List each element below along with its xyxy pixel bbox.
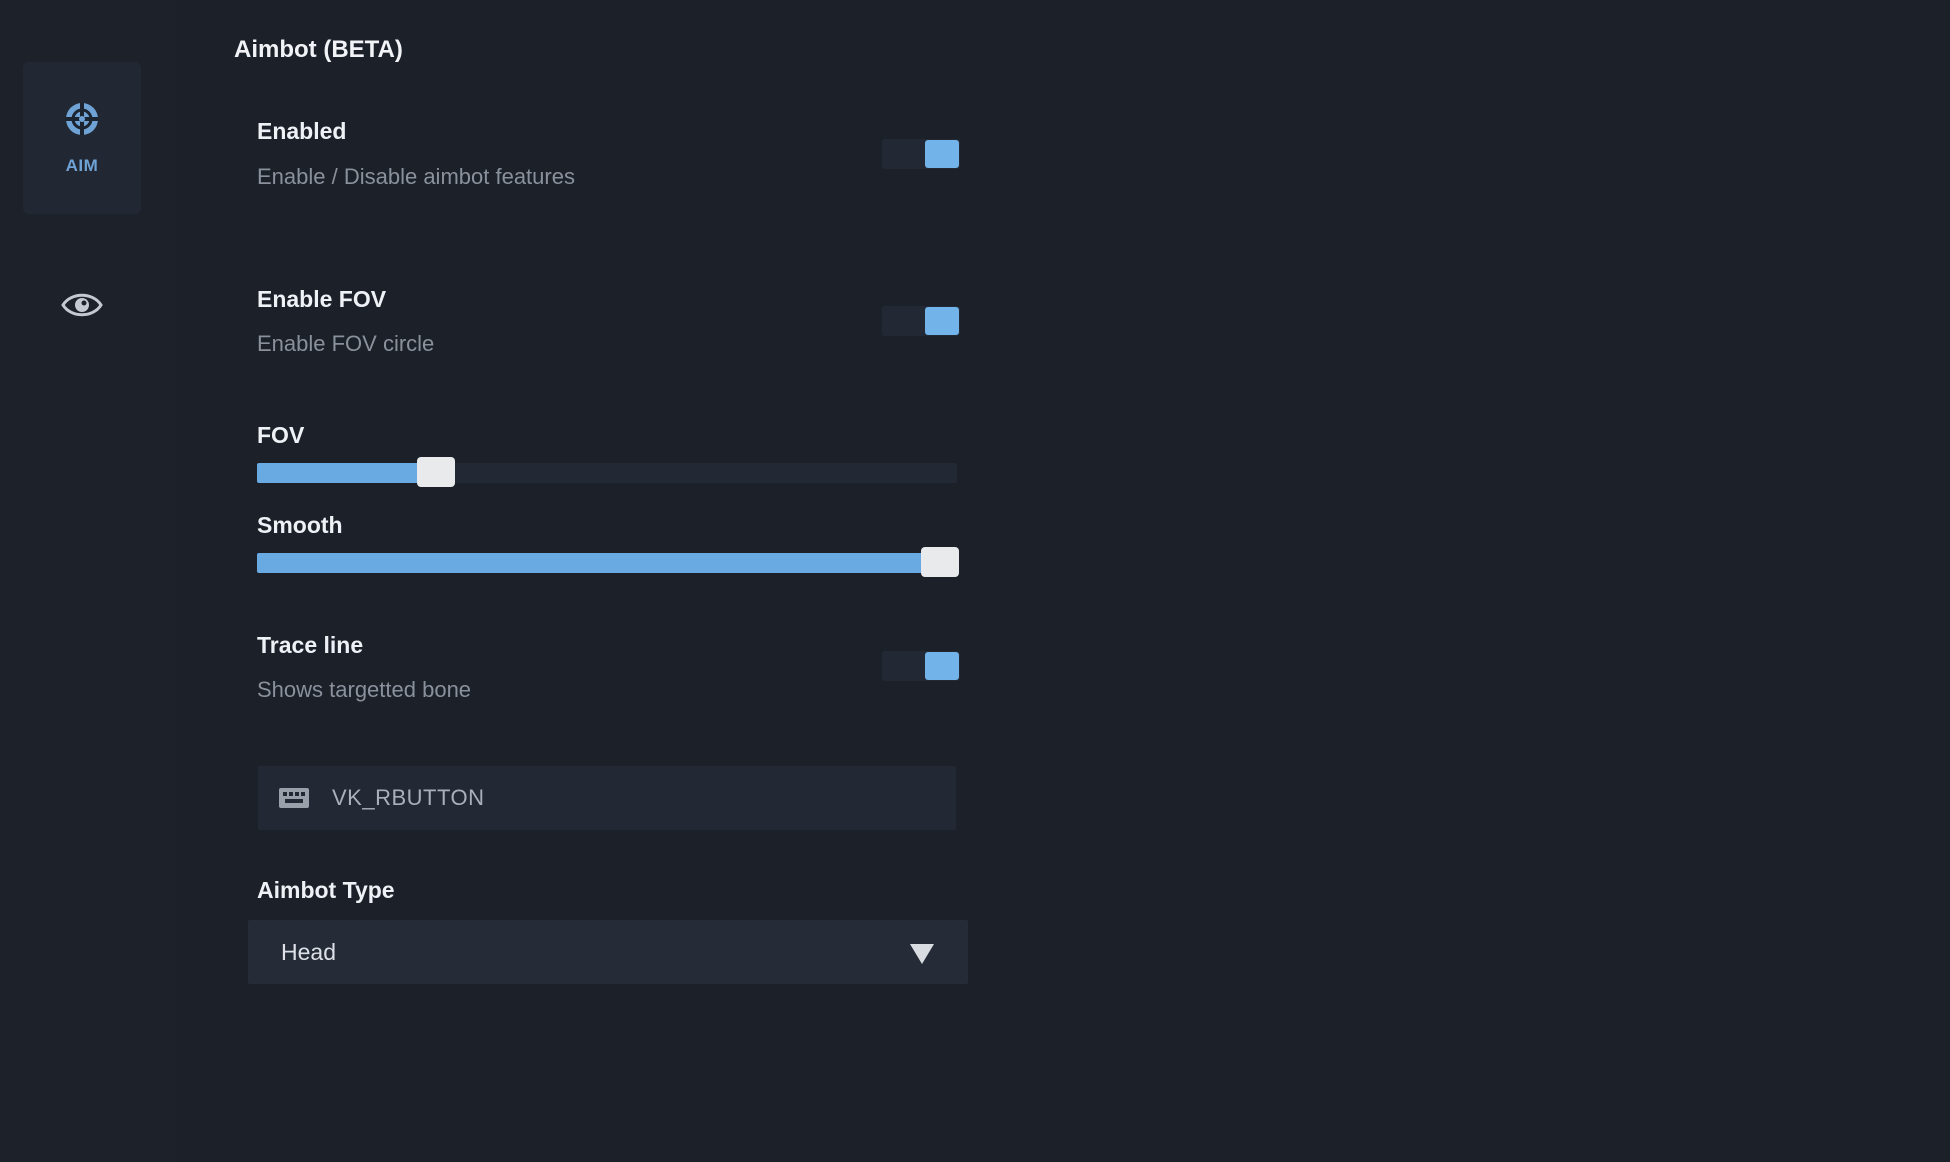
app-window: AIM Aimbot (BETA) Enabled Enable / Disab…: [0, 0, 1950, 1162]
smooth-label: Smooth: [257, 512, 343, 538]
trace-line-description: Shows targetted bone: [257, 677, 472, 702]
fov-label: FOV: [257, 422, 305, 448]
sidebar-item-aim[interactable]: AIM: [23, 62, 141, 214]
slider-fill: [257, 463, 436, 483]
enabled-description: Enable / Disable aimbot features: [257, 164, 575, 189]
smooth-slider[interactable]: [257, 547, 959, 577]
slider-fill: [257, 553, 940, 573]
enabled-label: Enabled: [257, 118, 347, 144]
toggle-knob: [925, 307, 959, 335]
slider-thumb[interactable]: [416, 457, 455, 487]
toggle-knob: [925, 652, 959, 680]
trace-line-toggle[interactable]: [882, 651, 960, 681]
aim-key-button[interactable]: VK_RBUTTON: [258, 766, 956, 830]
sidebar-item-visuals[interactable]: [23, 270, 141, 340]
crosshair-icon: [66, 103, 98, 135]
fov-slider[interactable]: [257, 457, 957, 487]
dropdown-selected-value: Head: [281, 938, 336, 965]
trace-line-label: Trace line: [257, 632, 364, 658]
sidebar: AIM: [0, 0, 176, 1162]
enable-fov-label: Enable FOV: [257, 286, 387, 312]
enabled-toggle[interactable]: [882, 139, 960, 169]
enable-fov-toggle[interactable]: [882, 306, 960, 336]
aimbot-type-dropdown[interactable]: Head: [248, 920, 968, 984]
keyboard-icon: [279, 788, 309, 808]
slider-thumb[interactable]: [920, 547, 959, 577]
page-title: Aimbot (BETA): [234, 36, 403, 63]
chevron-down-icon: [910, 944, 934, 964]
aimbot-type-label: Aimbot Type: [257, 877, 395, 903]
toggle-knob: [925, 140, 959, 168]
eye-icon: [61, 293, 103, 317]
sidebar-item-label: AIM: [65, 156, 99, 175]
keybind-value: VK_RBUTTON: [332, 785, 485, 810]
enable-fov-description: Enable FOV circle: [257, 331, 435, 356]
